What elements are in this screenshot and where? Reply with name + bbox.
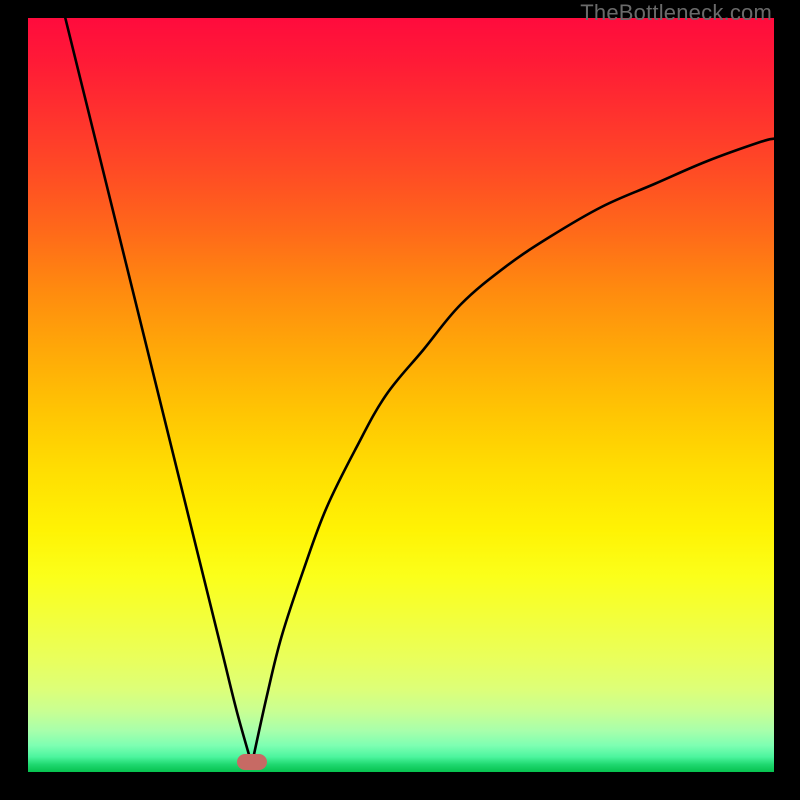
chart-container: TheBottleneck.com [0, 0, 800, 800]
curve-left-branch [65, 18, 252, 764]
watermark-text: TheBottleneck.com [580, 0, 772, 26]
minimum-marker [237, 754, 267, 770]
plot-area [28, 18, 774, 772]
curve-svg [28, 18, 774, 772]
curve-right-branch [252, 139, 774, 765]
